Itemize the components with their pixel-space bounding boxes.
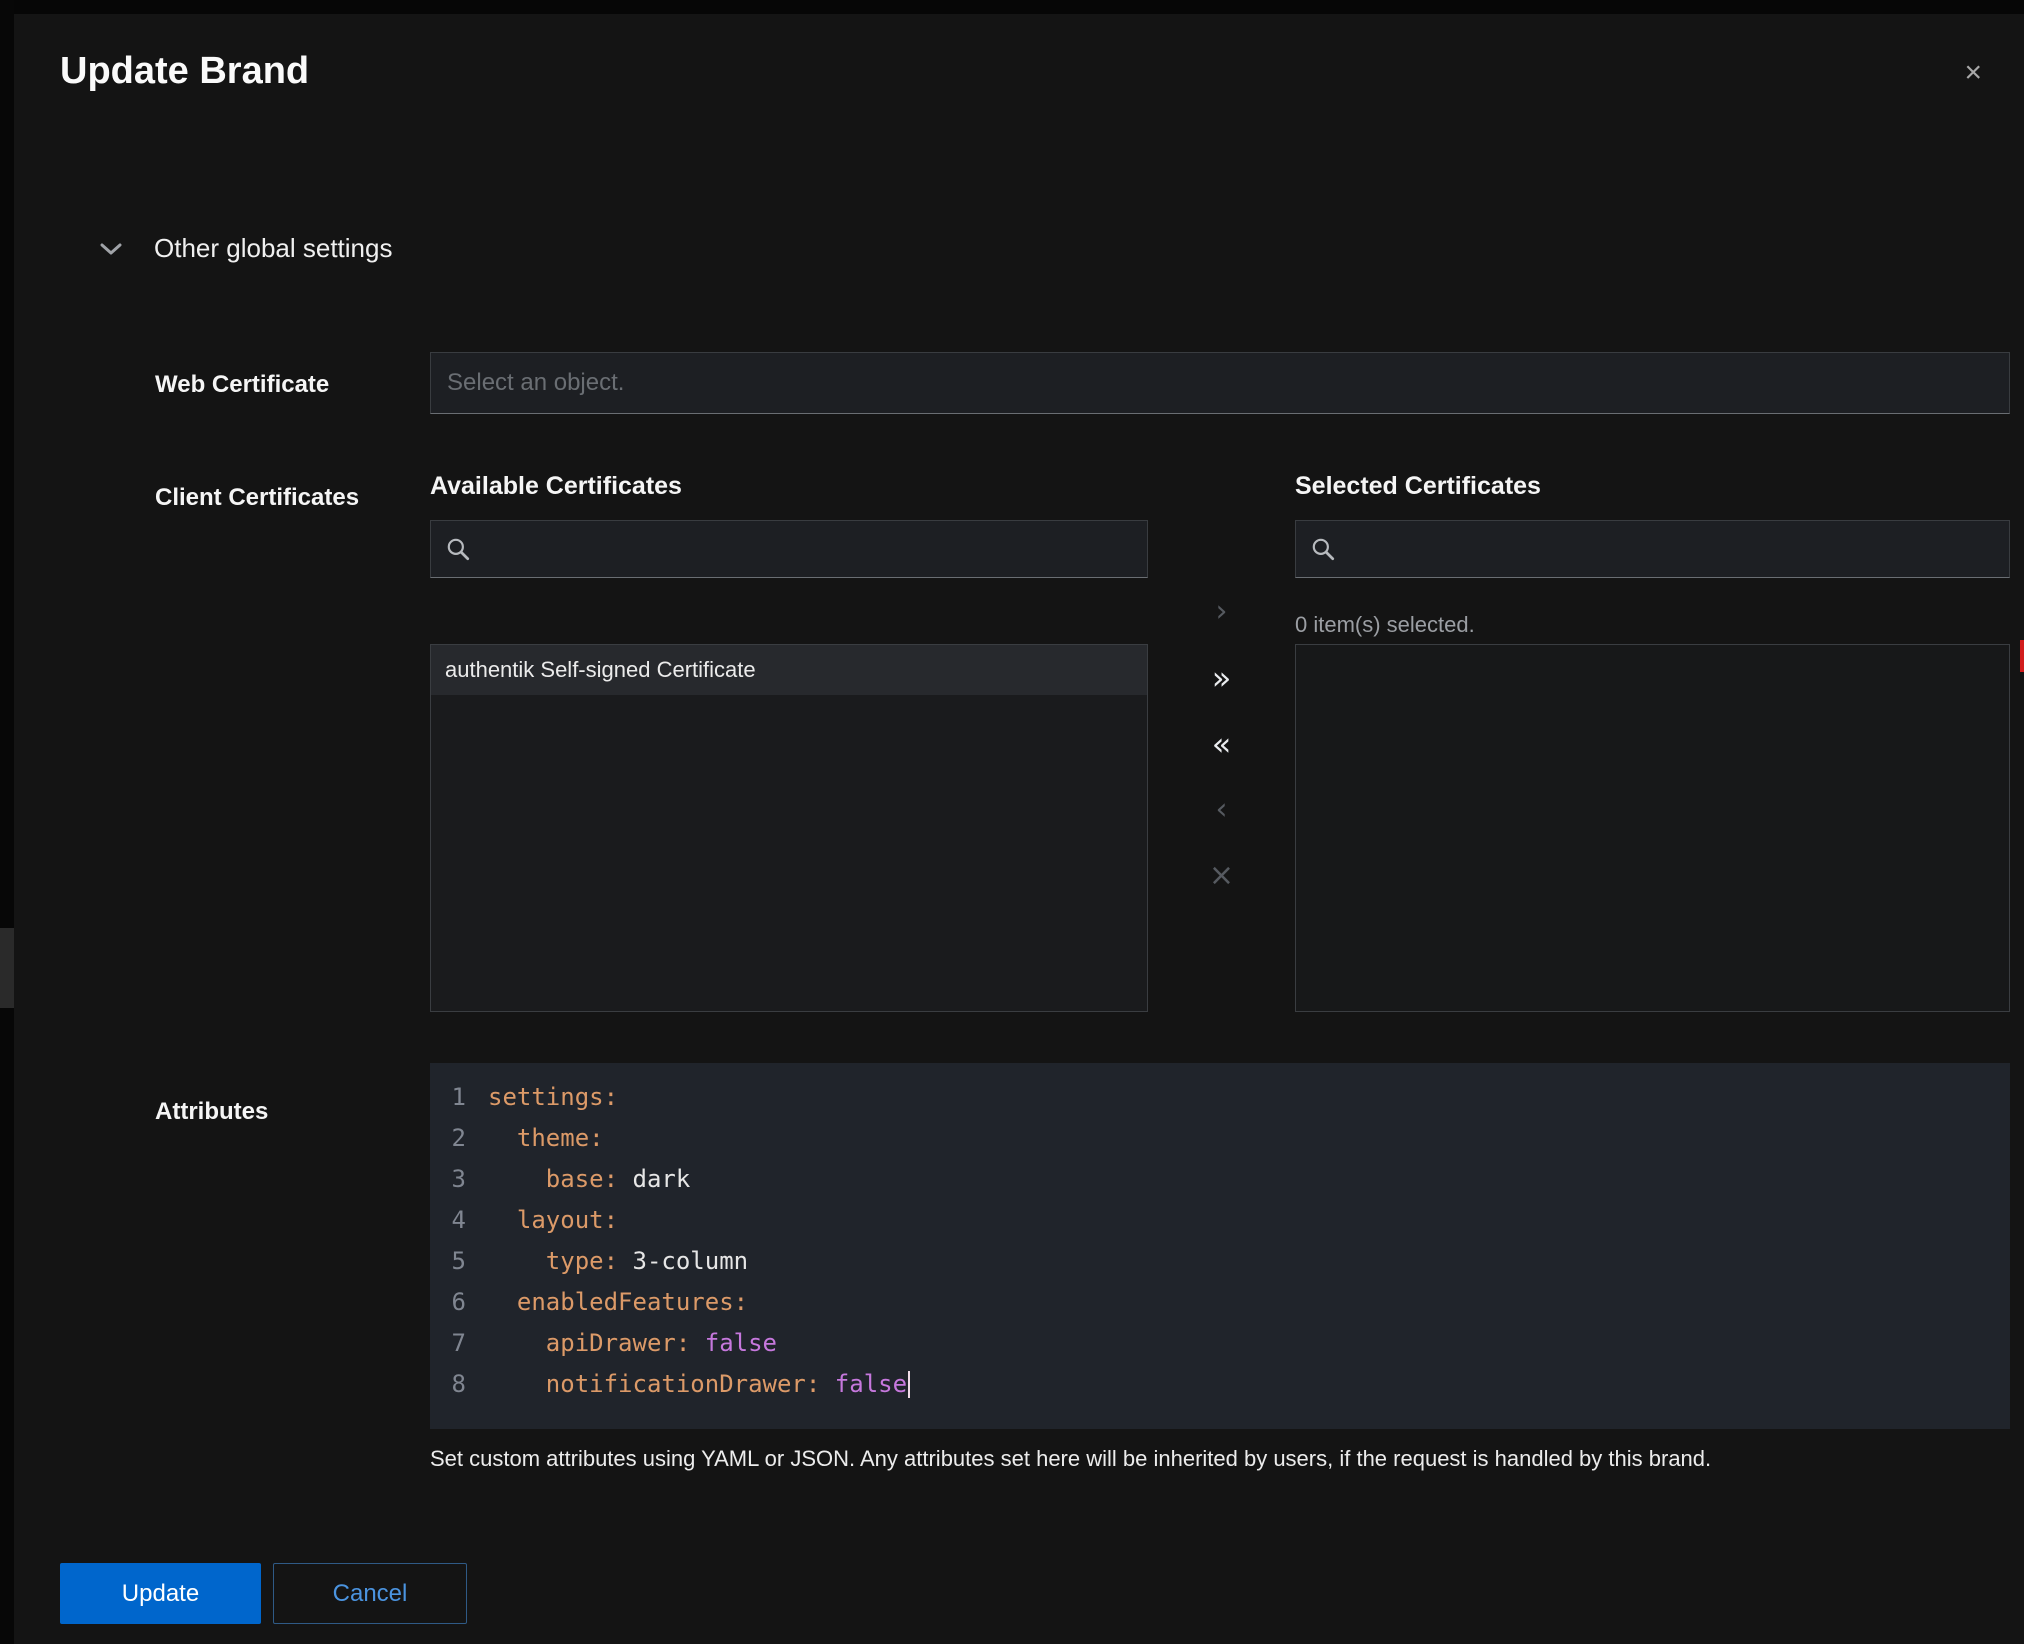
chevron-right-icon: › [0, 516, 13, 533]
cancel-button[interactable]: Cancel [273, 1563, 467, 1624]
available-certificates-list[interactable]: authentik Self-signed Certificate [430, 644, 1148, 1012]
code-line[interactable]: layout: [488, 1200, 2010, 1241]
section-toggle-label: Other global settings [154, 233, 392, 264]
available-certificates-search-input[interactable] [471, 521, 1147, 577]
code-line[interactable]: notificationDrawer: false [488, 1364, 2010, 1405]
add-selected-button[interactable]: › [1191, 590, 1252, 634]
line-number: 1 [430, 1077, 466, 1118]
code-line[interactable]: type: 3-column [488, 1241, 2010, 1282]
code-line[interactable]: apiDrawer: false [488, 1323, 2010, 1364]
chevron-down-icon [100, 242, 122, 256]
active-nav-item-edge [0, 928, 14, 1008]
search-icon [1310, 536, 1336, 562]
web-certificate-label: Web Certificate [155, 371, 329, 399]
code-lines: settings: theme: base: dark layout: type… [474, 1063, 2010, 1429]
code-line[interactable]: theme: [488, 1118, 2010, 1159]
chevron-right-icon: › [0, 158, 13, 175]
certificate-list-item[interactable]: authentik Self-signed Certificate [431, 645, 1147, 695]
close-icon: × [1964, 56, 1982, 89]
attributes-code-editor[interactable]: 12345678 settings: theme: base: dark lay… [430, 1063, 2010, 1429]
close-button[interactable]: × [1958, 52, 1988, 94]
available-certificates-header: Available Certificates [430, 472, 682, 501]
line-number: 7 [430, 1323, 466, 1364]
code-line[interactable]: settings: [488, 1077, 2010, 1118]
chevron-right-icon: › [0, 592, 13, 609]
selected-certificates-search-input[interactable] [1336, 521, 2009, 577]
chevron-right-icon: › [0, 852, 13, 869]
update-brand-drawer: Update Brand × Other global settings Web… [14, 14, 2024, 1644]
background-sidebar-edge: › › › › › › › [0, 0, 14, 1644]
text-cursor [908, 1371, 910, 1398]
chevron-right-icon: › [0, 668, 13, 685]
page-title: Update Brand [60, 50, 309, 93]
attributes-help-text: Set custom attributes using YAML or JSON… [430, 1446, 2010, 1472]
chevron-right-icon: › [0, 744, 13, 761]
update-button[interactable]: Update [60, 1563, 261, 1624]
selected-certificates-list[interactable] [1295, 644, 2010, 1012]
code-line[interactable]: base: dark [488, 1159, 2010, 1200]
section-toggle-other-global-settings[interactable]: Other global settings [100, 233, 392, 264]
selected-certificates-search[interactable] [1295, 520, 2010, 578]
add-all-button[interactable]: » [1191, 656, 1252, 700]
line-number: 5 [430, 1241, 466, 1282]
line-number: 8 [430, 1364, 466, 1405]
code-gutter: 12345678 [430, 1063, 474, 1429]
line-number: 2 [430, 1118, 466, 1159]
line-number: 3 [430, 1159, 466, 1200]
edge-accent [2020, 640, 2024, 672]
selected-certificates-header: Selected Certificates [1295, 472, 1541, 501]
client-certificates-label: Client Certificates [155, 484, 359, 512]
attributes-label: Attributes [155, 1098, 268, 1126]
remove-all-button[interactable]: « [1191, 722, 1252, 766]
line-number: 4 [430, 1200, 466, 1241]
code-line[interactable]: enabledFeatures: [488, 1282, 2010, 1323]
available-certificates-search[interactable] [430, 520, 1148, 578]
screen: › › › › › › › Update Brand × Other globa… [0, 0, 2024, 1644]
search-icon [445, 536, 471, 562]
clear-selection-button[interactable]: × [1191, 854, 1252, 898]
web-certificate-select[interactable] [430, 352, 2010, 414]
transfer-controls: › » « ‹ × [1191, 590, 1252, 920]
line-number: 6 [430, 1282, 466, 1323]
selected-certificates-status: 0 item(s) selected. [1295, 612, 1475, 638]
remove-selected-button[interactable]: ‹ [1191, 788, 1252, 832]
chevron-right-icon: › [0, 1258, 13, 1275]
